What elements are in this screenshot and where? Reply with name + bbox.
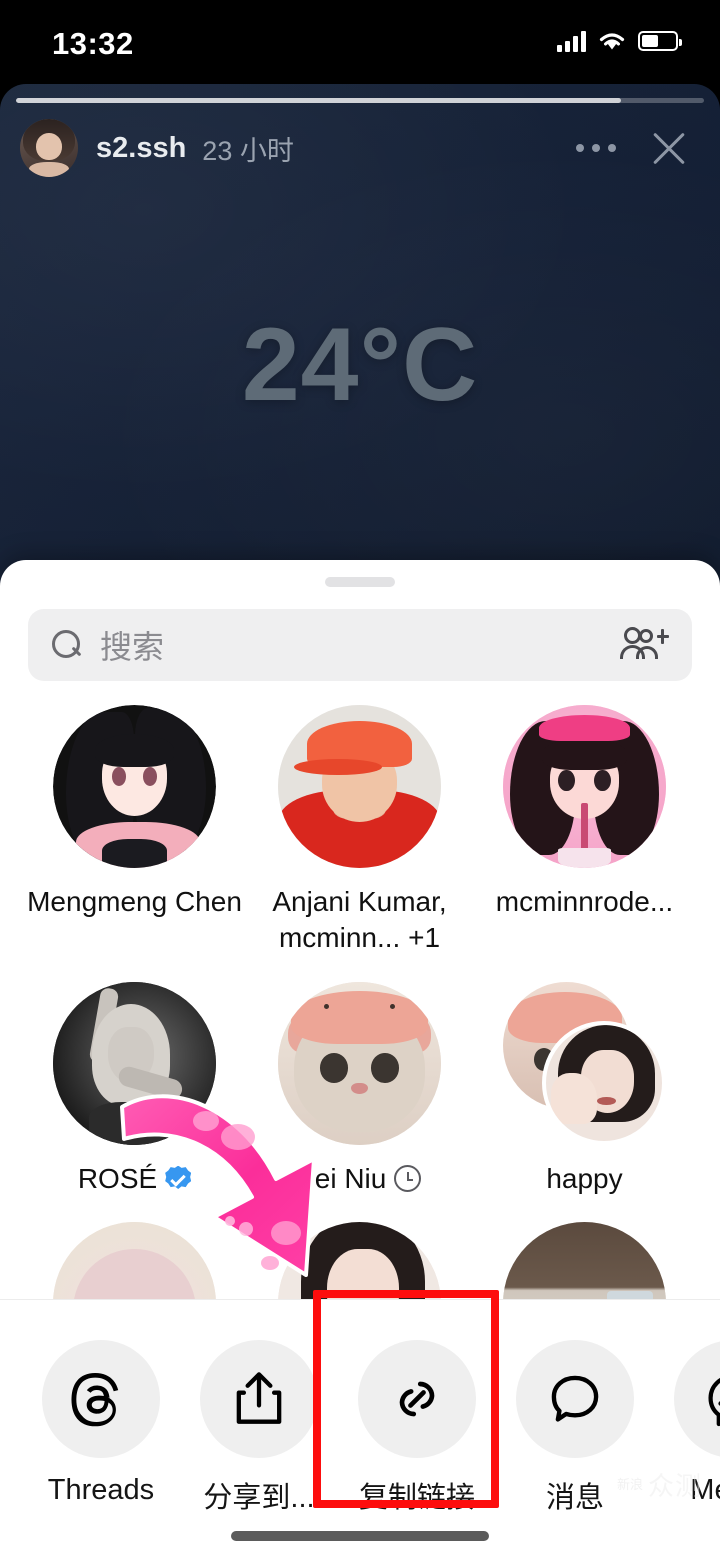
contact-name-text: ROSÉ — [77, 1162, 158, 1194]
story-header: s2.ssh 23 小时 — [20, 118, 700, 178]
contact-item[interactable]: mcminnrode... — [472, 705, 697, 956]
battery-icon — [638, 31, 682, 51]
story-timestamp: 23 小时 — [202, 135, 294, 166]
share-action-label: 复制链接 — [358, 1482, 475, 1514]
contact-name: ROSÉ — [77, 1161, 192, 1197]
group-avatar[interactable] — [503, 981, 666, 1145]
threads-icon[interactable] — [42, 1340, 160, 1458]
share-action-row: Threads 分享到... 复制链接 消息 M — [0, 1300, 720, 1516]
phone-screen: 13:32 s2.ssh 23 小时 24°C 搜索 Mengmeng Chen… — [0, 0, 720, 1559]
share-action-label: 分享到... — [203, 1482, 315, 1514]
contact-name-text: mcminnrode... — [495, 886, 674, 917]
anime-girl-black-hair-avatar[interactable] — [53, 705, 216, 868]
share-action-label: Threads — [47, 1474, 155, 1506]
clock-icon — [394, 1165, 422, 1193]
watermark: 新浪 众测 — [617, 1466, 702, 1503]
contact-name: Mengmeng Chen — [27, 884, 242, 920]
cellular-bars-icon — [557, 30, 586, 52]
contact-name: mcminnrode... — [496, 884, 673, 920]
messenger-icon[interactable] — [674, 1340, 720, 1458]
contact-name: Anjani Kumar, mcminn... +1 — [252, 884, 467, 956]
share-action-bar: Threads 分享到... 复制链接 消息 M — [0, 1299, 720, 1559]
story-author-avatar[interactable] — [20, 119, 78, 177]
add-people-icon[interactable] — [620, 627, 669, 663]
wifi-icon — [599, 33, 625, 50]
contact-item[interactable]: Mengmeng Chen — [22, 705, 247, 956]
watermark-big: 众测 — [647, 1471, 702, 1501]
share-action-copy-link[interactable]: 复制链接 — [338, 1340, 496, 1516]
link-icon[interactable] — [358, 1340, 476, 1458]
contacts-grid: Mengmeng Chen Anjani Kumar, mcminn... +1 — [0, 705, 720, 1386]
share-up-arrow-icon[interactable] — [200, 1340, 318, 1458]
cat-pink-hat-avatar[interactable] — [278, 981, 441, 1145]
contact-name-text: Mengmeng Chen — [27, 886, 242, 917]
story-overlay-text: 24°C — [241, 307, 479, 423]
search-icon — [52, 630, 82, 660]
status-bar-time: 13:32 — [52, 26, 134, 61]
contact-item[interactable]: Anjani Kumar, mcminn... +1 — [247, 705, 472, 956]
contact-name-text: Fei Niu — [297, 1162, 387, 1194]
story-progress-fill — [16, 98, 622, 103]
contact-name-text: Anjani Kumar, mcminn... +1 — [272, 886, 447, 953]
status-bar: 13:32 — [0, 0, 720, 84]
search-input[interactable]: 搜索 — [28, 609, 692, 681]
drag-handle[interactable] — [325, 577, 395, 587]
contact-item[interactable]: ROSÉ — [22, 981, 247, 1197]
contact-item[interactable]: happy — [472, 981, 697, 1197]
share-action-label: 消息 — [545, 1482, 604, 1514]
watermark-small: 新浪 — [616, 1476, 643, 1492]
close-icon[interactable] — [644, 123, 694, 173]
ellipsis-icon[interactable] — [576, 144, 616, 152]
contact-name-text: happy — [546, 1162, 623, 1194]
man-orange-cap-avatar[interactable] — [278, 705, 441, 868]
anime-girl-pink-headband-avatar[interactable] — [503, 705, 666, 868]
story-progress-bar — [16, 98, 704, 103]
status-bar-indicators — [557, 30, 682, 52]
contact-item[interactable]: Fei Niu — [247, 981, 472, 1197]
share-action-threads[interactable]: Threads — [22, 1340, 180, 1516]
search-placeholder: 搜索 — [100, 629, 165, 665]
story-viewer[interactable]: s2.ssh 23 小时 24°C — [0, 84, 720, 584]
contact-name: Fei Niu — [298, 1161, 422, 1197]
story-username[interactable]: s2.ssh — [96, 132, 186, 165]
rose-bw-photo-avatar[interactable] — [53, 981, 216, 1145]
share-action-share-to[interactable]: 分享到... — [180, 1340, 338, 1516]
contacts-row: Mengmeng Chen Anjani Kumar, mcminn... +1 — [22, 705, 698, 956]
contact-name: happy — [546, 1161, 622, 1197]
verified-badge-icon — [165, 1165, 192, 1189]
home-indicator[interactable] — [231, 1531, 489, 1541]
chat-bubble-icon[interactable] — [516, 1340, 634, 1458]
contacts-row: ROSÉ Fei Niu happy — [22, 981, 698, 1197]
